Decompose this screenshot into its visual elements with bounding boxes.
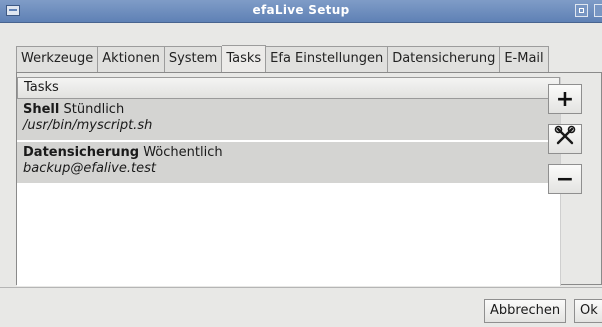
tab-bar: Werkzeuge Aktionen System Tasks Efa Eins… xyxy=(16,45,549,72)
tab-efa-einstellungen[interactable]: Efa Einstellungen xyxy=(266,46,389,72)
tab-email[interactable]: E-Mail xyxy=(500,46,549,72)
task-detail: backup@efalive.test xyxy=(23,161,156,176)
close-button[interactable] xyxy=(594,4,602,17)
remove-task-button[interactable]: − xyxy=(548,164,582,194)
tasks-column-header[interactable]: Tasks xyxy=(17,77,560,99)
tab-system[interactable]: System xyxy=(164,46,223,72)
list-item[interactable]: Shell Stündlich /usr/bin/myscript.sh xyxy=(17,99,560,142)
footer-separator xyxy=(0,287,602,288)
title-bar[interactable]: efaLive Setup xyxy=(0,0,602,23)
tab-tasks[interactable]: Tasks xyxy=(222,45,267,72)
task-summary: Shell Stündlich xyxy=(23,102,554,118)
task-interval: Stündlich xyxy=(63,102,125,117)
tab-aktionen[interactable]: Aktionen xyxy=(98,46,165,72)
minimize-button[interactable] xyxy=(575,4,588,17)
window-title: efaLive Setup xyxy=(252,3,350,17)
tasks-panel: Tasks Shell Stündlich /usr/bin/myscript.… xyxy=(16,72,602,286)
tab-werkzeuge[interactable]: Werkzeuge xyxy=(16,46,99,72)
edit-task-button[interactable] xyxy=(548,124,582,154)
task-interval: Wöchentlich xyxy=(143,145,223,160)
ok-button[interactable]: Ok xyxy=(574,299,602,323)
task-summary: Datensicherung Wöchentlich xyxy=(23,145,554,161)
task-name: Shell xyxy=(23,102,60,117)
task-detail: /usr/bin/myscript.sh xyxy=(23,118,153,133)
add-task-button[interactable]: + xyxy=(548,84,582,114)
tab-datensicherung[interactable]: Datensicherung xyxy=(388,46,501,72)
tools-icon xyxy=(554,125,576,153)
list-item[interactable]: Datensicherung Wöchentlich backup@efaliv… xyxy=(17,142,560,185)
tasks-list[interactable]: Tasks Shell Stündlich /usr/bin/myscript.… xyxy=(17,77,561,286)
task-name: Datensicherung xyxy=(23,145,140,160)
cancel-button[interactable]: Abbrechen xyxy=(484,299,567,323)
